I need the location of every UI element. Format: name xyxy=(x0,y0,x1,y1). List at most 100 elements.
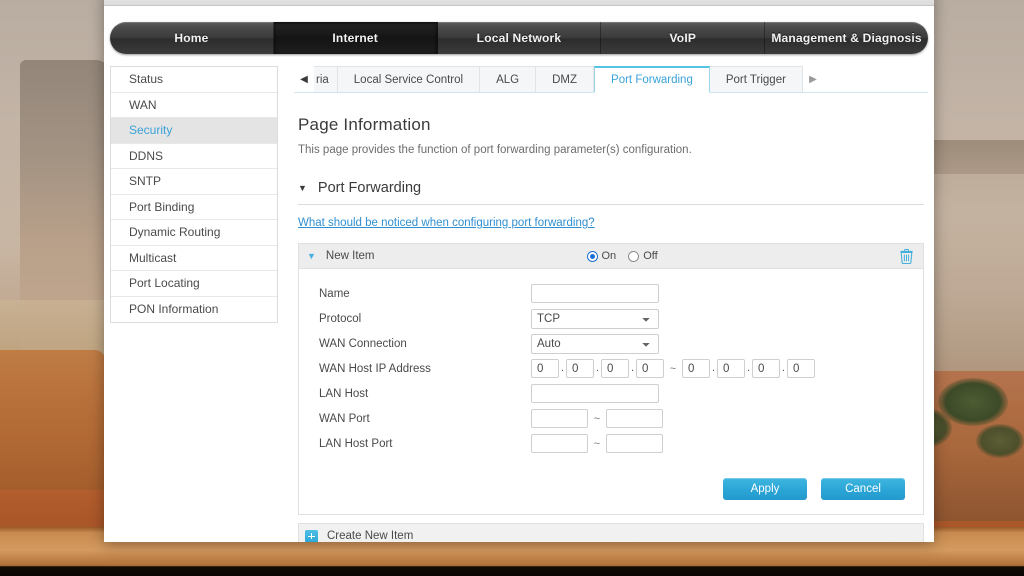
wan-ip-start-octet-1[interactable] xyxy=(531,359,559,378)
chevron-down-icon[interactable]: ▼ xyxy=(298,183,307,193)
sidebar-menu: Status WAN Security DDNS SNTP Port Bindi… xyxy=(110,66,278,323)
form-row-lan-host: LAN Host xyxy=(299,381,923,406)
sidebar-item-pon-information[interactable]: PON Information xyxy=(111,297,277,323)
tab-label: ria xyxy=(316,74,329,86)
page-description: This page provides the function of port … xyxy=(298,144,924,156)
tab-dmz[interactable]: DMZ xyxy=(536,66,594,92)
browser-window: Home Internet Local Network VoIP Managem… xyxy=(104,0,934,542)
wan-ip-end-octet-3[interactable] xyxy=(752,359,780,378)
sidebar-item-label: SNTP xyxy=(129,174,161,188)
sidebar-item-label: WAN xyxy=(129,98,157,112)
form-row-wan-host-ip: WAN Host IP Address . . . ~ . xyxy=(299,356,923,381)
sidebar-item-label: Port Binding xyxy=(129,200,194,214)
sidebar-item-ddns[interactable]: DDNS xyxy=(111,144,277,170)
tab-local-service-control[interactable]: Local Service Control xyxy=(338,66,480,92)
ip-dot-separator: . xyxy=(594,359,601,378)
wan-port-from-input[interactable] xyxy=(531,409,588,428)
radio-off-indicator[interactable] xyxy=(628,251,639,262)
radio-off[interactable]: Off xyxy=(628,250,657,262)
name-input[interactable] xyxy=(531,284,659,303)
sidebar-item-wan[interactable]: WAN xyxy=(111,93,277,119)
trash-icon[interactable] xyxy=(900,249,913,264)
form-actions: Apply Cancel xyxy=(299,462,923,514)
wan-ip-start-octet-3[interactable] xyxy=(601,359,629,378)
caret-left-glyph: ◀ xyxy=(300,74,308,85)
tab-port-forwarding[interactable]: Port Forwarding xyxy=(594,66,710,93)
nav-item-internet[interactable]: Internet xyxy=(274,22,438,54)
lan-host-input[interactable] xyxy=(531,384,659,403)
sidebar-item-security[interactable]: Security xyxy=(111,118,277,144)
top-navigation-bar: Home Internet Local Network VoIP Managem… xyxy=(110,22,928,54)
radio-on-label: On xyxy=(602,250,617,262)
item-form: Name Protocol TCP WAN Connection xyxy=(299,269,923,462)
enable-radio-group: On Off xyxy=(587,250,658,262)
tab-port-trigger[interactable]: Port Trigger xyxy=(710,66,803,92)
wan-port-to-input[interactable] xyxy=(606,409,663,428)
apply-button[interactable]: Apply xyxy=(723,478,807,500)
wan-connection-select[interactable]: Auto xyxy=(531,334,659,354)
caret-right-glyph: ▶ xyxy=(809,74,817,85)
protocol-select[interactable]: TCP xyxy=(531,309,659,329)
tab-criteria[interactable]: ria xyxy=(314,66,338,92)
nav-label: Home xyxy=(174,31,208,45)
desert-shrub xyxy=(976,424,1024,458)
form-row-wan-connection: WAN Connection Auto xyxy=(299,331,923,356)
tab-label: Port Trigger xyxy=(726,74,786,86)
sidebar-item-label: DDNS xyxy=(129,149,163,163)
wan-ip-end-octet-1[interactable] xyxy=(682,359,710,378)
sidebar-item-multicast[interactable]: Multicast xyxy=(111,246,277,272)
radio-on[interactable]: On xyxy=(587,250,617,262)
tab-scroll-right-icon[interactable]: ▶ xyxy=(803,66,823,92)
tab-label: ALG xyxy=(496,74,519,86)
lan-host-port-to-input[interactable] xyxy=(606,434,663,453)
nav-item-management-diagnosis[interactable]: Management & Diagnosis xyxy=(765,22,928,54)
nav-item-home[interactable]: Home xyxy=(110,22,274,54)
chevron-down-icon[interactable]: ▼ xyxy=(307,251,316,261)
item-title: New Item xyxy=(326,250,375,262)
label-lan-host: LAN Host xyxy=(319,388,531,400)
form-row-protocol: Protocol TCP xyxy=(299,306,923,331)
notice-link[interactable]: What should be noticed when configuring … xyxy=(298,217,595,229)
create-new-item-label: Create New Item xyxy=(327,530,413,542)
nav-label: Management & Diagnosis xyxy=(771,31,921,45)
radio-on-indicator[interactable] xyxy=(587,251,598,262)
label-protocol: Protocol xyxy=(319,313,531,325)
nav-item-voip[interactable]: VoIP xyxy=(601,22,765,54)
ip-dot-separator: . xyxy=(710,359,717,378)
sidebar-item-label: Security xyxy=(129,123,172,137)
wan-ip-start-octet-4[interactable] xyxy=(636,359,664,378)
cancel-button[interactable]: Cancel xyxy=(821,478,905,500)
radio-off-label: Off xyxy=(643,250,657,262)
port-forwarding-item-card: ▼ New Item On Off xyxy=(298,243,924,515)
section-title: Port Forwarding xyxy=(318,180,421,196)
nav-label: VoIP xyxy=(669,31,696,45)
rock-ledge-left xyxy=(0,300,120,370)
lan-host-port-from-input[interactable] xyxy=(531,434,588,453)
item-header: ▼ New Item On Off xyxy=(299,244,923,269)
sidebar-item-port-binding[interactable]: Port Binding xyxy=(111,195,277,221)
sidebar-item-label: PON Information xyxy=(129,302,218,316)
wan-ip-start-octet-2[interactable] xyxy=(566,359,594,378)
label-wan-host-ip: WAN Host IP Address xyxy=(319,363,531,375)
tab-label: Local Service Control xyxy=(354,74,463,86)
tab-alg[interactable]: ALG xyxy=(480,66,536,92)
form-row-name: Name xyxy=(299,281,923,306)
plus-icon xyxy=(305,530,318,543)
wan-ip-end-octet-2[interactable] xyxy=(717,359,745,378)
create-new-item-row[interactable]: Create New Item xyxy=(298,523,924,542)
nav-item-local-network[interactable]: Local Network xyxy=(438,22,602,54)
sidebar-item-label: Status xyxy=(129,72,163,86)
lan-host-port-range-separator: ~ xyxy=(588,438,606,450)
sidebar-item-port-locating[interactable]: Port Locating xyxy=(111,271,277,297)
ip-dot-separator: . xyxy=(629,359,636,378)
wan-ip-end-octet-4[interactable] xyxy=(787,359,815,378)
tab-scroll-left-icon[interactable]: ◀ xyxy=(294,66,314,92)
page-viewport: Home Internet Local Network VoIP Managem… xyxy=(104,6,934,542)
body-split: Status WAN Security DDNS SNTP Port Bindi… xyxy=(104,66,934,542)
label-wan-connection: WAN Connection xyxy=(319,338,531,350)
sidebar-item-label: Port Locating xyxy=(129,276,200,290)
sidebar-item-dynamic-routing[interactable]: Dynamic Routing xyxy=(111,220,277,246)
sidebar-item-sntp[interactable]: SNTP xyxy=(111,169,277,195)
sidebar-item-status[interactable]: Status xyxy=(111,67,277,93)
ip-dot-separator: . xyxy=(559,359,566,378)
